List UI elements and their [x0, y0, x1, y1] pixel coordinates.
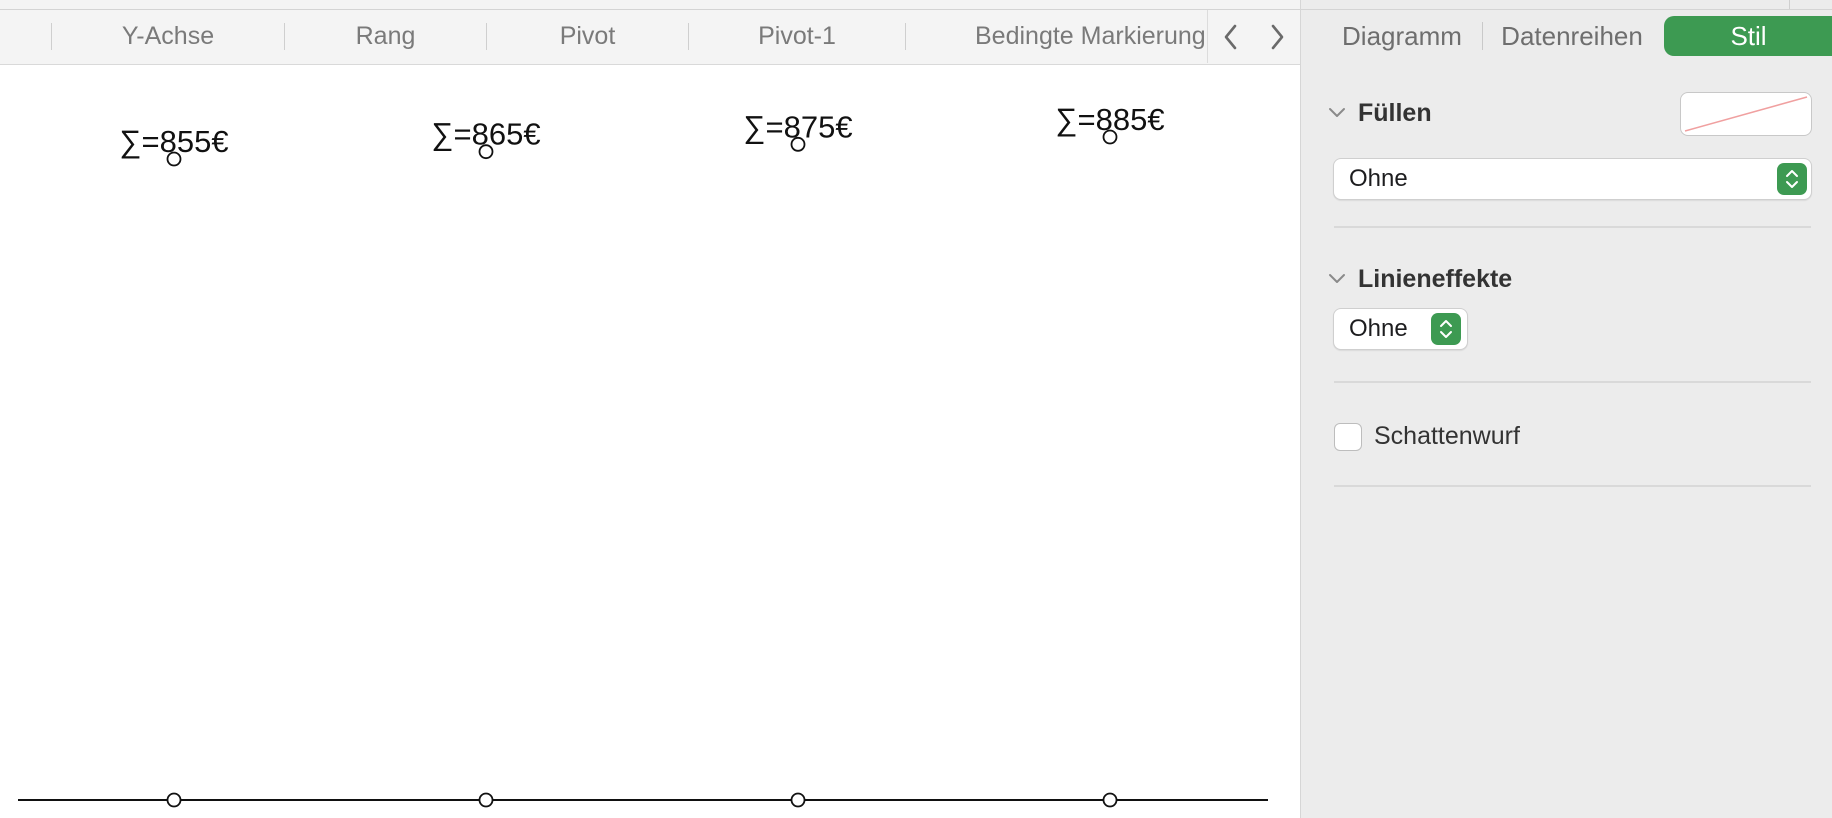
tab-pivot[interactable]: Pivot: [487, 10, 688, 63]
chevron-down-icon: [1329, 108, 1345, 117]
fill-section-header[interactable]: Füllen: [1328, 96, 1432, 130]
updown-stepper-icon: [1431, 313, 1461, 345]
chevron-right-icon: [1271, 24, 1283, 49]
tab-rang[interactable]: Rang: [285, 10, 486, 63]
line-effects-value: Ohne: [1349, 315, 1408, 342]
section-divider: [1334, 485, 1811, 487]
tab-y-achse[interactable]: Y-Achse: [52, 10, 284, 63]
section-divider: [1334, 381, 1811, 383]
tab-diagramm[interactable]: Diagramm: [1331, 16, 1473, 56]
line-chart[interactable]: ∑=855€ ∑=865€ ∑=875€ ∑=885€: [0, 65, 1300, 818]
fill-label: Füllen: [1358, 98, 1432, 127]
baseline-point[interactable]: [1102, 792, 1118, 808]
updown-arrows-icon: [1440, 320, 1452, 338]
baseline-point[interactable]: [166, 792, 182, 808]
section-divider: [1334, 226, 1811, 228]
fill-type-popup[interactable]: Ohne: [1333, 158, 1812, 200]
inspector-top-divider: [1301, 9, 1832, 10]
data-label: ∑=855€: [119, 124, 228, 159]
fill-color-well[interactable]: [1680, 92, 1812, 136]
tab-bedingte-markierung[interactable]: Bedingte Markierung: [906, 10, 1206, 63]
fill-type-value: Ohne: [1349, 165, 1408, 192]
data-label: ∑=865€: [431, 117, 540, 152]
line-effects-label: Linieneffekte: [1358, 264, 1513, 293]
scroll-tabs-right-button[interactable]: [1254, 10, 1299, 63]
chevron-left-icon: [1224, 24, 1236, 49]
chart-canvas[interactable]: ∑=855€ ∑=865€ ∑=875€ ∑=885€: [0, 65, 1300, 818]
line-effects-popup[interactable]: Ohne: [1333, 308, 1468, 350]
no-fill-swatch-icon: [1684, 96, 1808, 132]
tab-stil[interactable]: Stil: [1664, 16, 1832, 56]
chevron-down-icon: [1329, 274, 1345, 283]
tab-datenreihen[interactable]: Datenreihen: [1487, 16, 1657, 56]
segment-separator: [1482, 22, 1483, 50]
data-label: ∑=885€: [1055, 102, 1164, 137]
baseline-point[interactable]: [790, 792, 806, 808]
inspector-top-stub: [1789, 0, 1790, 9]
updown-stepper-icon: [1777, 163, 1807, 195]
format-inspector: Diagramm Datenreihen Stil Füllen Ohne Li…: [1300, 0, 1832, 818]
shadow-label: Schattenwurf: [1374, 422, 1520, 450]
tab-pivot-1[interactable]: Pivot-1: [689, 10, 905, 63]
data-label: ∑=875€: [743, 109, 852, 144]
line-effects-section-header[interactable]: Linieneffekte: [1328, 262, 1512, 296]
chart-tab-bar: Y-Achse Rang Pivot Pivot-1 Bedingte Mark…: [0, 0, 1300, 65]
shadow-checkbox[interactable]: [1334, 423, 1362, 451]
baseline-point[interactable]: [478, 792, 494, 808]
updown-arrows-icon: [1786, 170, 1798, 188]
scroll-tabs-left-button[interactable]: [1208, 10, 1253, 63]
